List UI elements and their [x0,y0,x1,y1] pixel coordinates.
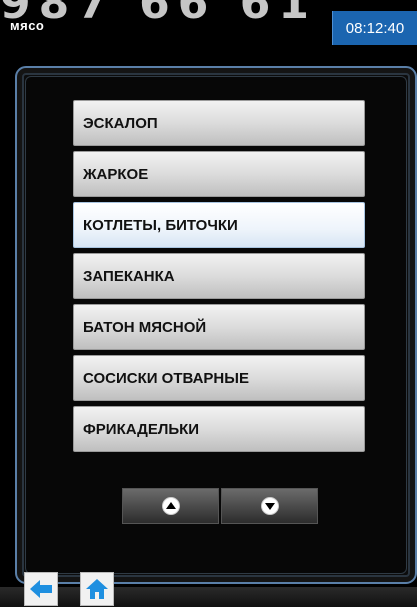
menu-item-eskalop[interactable]: ЭСКАЛОП [73,100,365,146]
scroll-down-button[interactable] [221,488,318,524]
menu-item-sosiski[interactable]: СОСИСКИ ОТВАРНЫЕ [73,355,365,401]
home-icon [86,579,108,599]
menu-item-baton-myasnoy[interactable]: БАТОН МЯСНОЙ [73,304,365,350]
menu-item-zapekanka[interactable]: ЗАПЕКАНКА [73,253,365,299]
menu-item-frikadelki[interactable]: ФРИКАДЕЛЬКИ [73,406,365,452]
menu-panel: ЭСКАЛОП ЖАРКОЕ КОТЛЕТЫ, БИТОЧКИ ЗАПЕКАНК… [15,66,417,584]
menu-item-zharkoe[interactable]: ЖАРКОЕ [73,151,365,197]
arrow-left-icon [30,580,52,598]
back-button[interactable] [24,572,58,606]
footer-bar [0,587,417,607]
menu-list: ЭСКАЛОП ЖАРКОЕ КОТЛЕТЫ, БИТОЧКИ ЗАПЕКАНК… [73,100,365,457]
scroll-up-button[interactable] [122,488,219,524]
home-button[interactable] [80,572,114,606]
arrow-down-circle-icon [260,497,279,515]
page-title: мясо [10,18,45,33]
clock-display: 08:12:40 [332,11,417,45]
menu-item-kotlety[interactable]: КОТЛЕТЫ, БИТОЧКИ [73,202,365,248]
arrow-up-circle-icon [161,497,180,515]
scroll-controls [122,488,318,524]
